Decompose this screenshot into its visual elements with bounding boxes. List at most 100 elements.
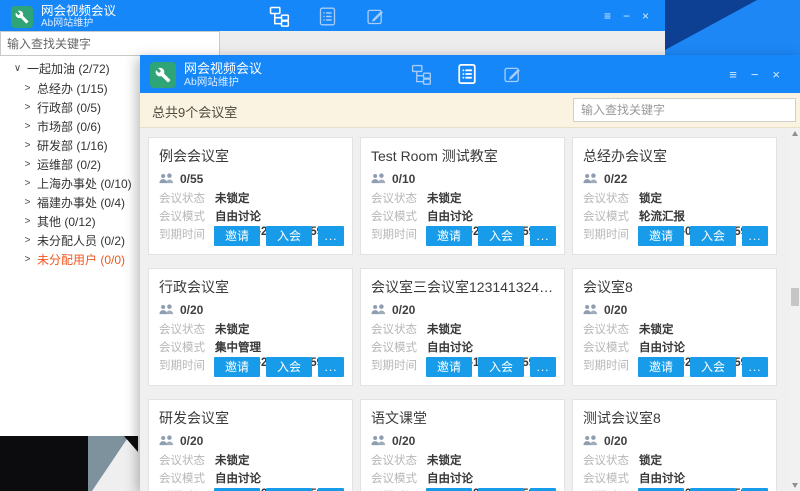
wallpaper-bottom-left <box>0 436 140 491</box>
expiry-label: 到期时间 <box>159 357 215 373</box>
room-title: 语文课堂 <box>371 408 554 428</box>
invite-button[interactable]: 邀请 <box>214 226 260 246</box>
chevron-right-icon: > <box>23 197 32 208</box>
room-search-input[interactable] <box>573 98 796 122</box>
status-label: 会议状态 <box>371 190 427 206</box>
tree-root-item[interactable]: ∨ 一起加油 (2/72) <box>0 59 140 78</box>
bw-app-title: 网会视频会议 <box>41 4 116 18</box>
invite-button[interactable]: 邀请 <box>638 226 684 246</box>
capacity-row: 0/20 <box>159 434 342 448</box>
org-tree: ∨ 一起加油 (2/72) > 总经办 (1/15) > 行政部 (0/5) >… <box>0 59 140 269</box>
invite-button[interactable]: 邀请 <box>214 357 260 377</box>
status-label: 会议状态 <box>371 452 427 468</box>
bw-app-text: 网会视频会议 Ab网站维护 <box>41 4 116 29</box>
expiry-label: 到期时间 <box>371 357 427 373</box>
capacity-value: 0/20 <box>604 434 627 448</box>
status-label: 会议状态 <box>159 452 215 468</box>
mode-value: 自由讨论 <box>639 339 685 355</box>
scrollbar-thumb[interactable] <box>791 288 799 306</box>
capacity-value: 0/22 <box>604 172 627 186</box>
compose-icon[interactable] <box>502 64 523 85</box>
wallpaper-top-right <box>665 0 800 55</box>
join-button[interactable]: 入会 <box>478 226 524 246</box>
room-title: 例会会议室 <box>159 146 342 166</box>
capacity-value: 0/55 <box>180 172 203 186</box>
bw-window-controls: ≡ − × <box>604 0 649 31</box>
status-value: 锁定 <box>639 452 662 468</box>
status-row: 会议状态 未锁定 <box>159 190 342 206</box>
status-row: 会议状态 未锁定 <box>371 321 554 337</box>
invite-button[interactable]: 邀请 <box>426 357 472 377</box>
tree-item[interactable]: > 行政部 (0/5) <box>0 98 140 117</box>
capacity-row: 0/20 <box>371 434 554 448</box>
attendees-icon <box>371 173 386 185</box>
room-list-icon[interactable] <box>456 63 478 85</box>
mode-label: 会议模式 <box>159 470 215 486</box>
tree-item[interactable]: > 其他 (0/12) <box>0 212 140 231</box>
tree-item[interactable]: > 福建办事处 (0/4) <box>0 193 140 212</box>
compose-icon[interactable] <box>365 6 386 27</box>
close-icon[interactable]: × <box>772 67 780 82</box>
tree-item[interactable]: > 市场部 (0/6) <box>0 117 140 136</box>
tree-item[interactable]: > 总经办 (1/15) <box>0 79 140 98</box>
invite-button[interactable]: 邀请 <box>638 357 684 377</box>
tree-item[interactable]: > 未分配用户 (0/0) <box>0 250 140 269</box>
invite-button[interactable]: 邀请 <box>426 226 472 246</box>
status-label: 会议状态 <box>371 321 427 337</box>
scroll-down-icon[interactable] <box>792 483 798 488</box>
join-button[interactable]: 入会 <box>690 357 736 377</box>
room-title: Test Room 测试教室 <box>371 146 554 166</box>
more-button[interactable]: ... <box>318 357 344 377</box>
tree-root-label: 一起加油 (2/72) <box>27 60 110 77</box>
capacity-value: 0/20 <box>180 434 203 448</box>
chevron-right-icon: > <box>23 216 32 227</box>
status-value: 锁定 <box>639 190 662 206</box>
more-button[interactable]: ... <box>742 226 768 246</box>
status-value: 未锁定 <box>427 321 462 337</box>
foreground-window: 网会视频会议 Ab网站维护 <box>140 55 800 491</box>
tree-item-label: 行政部 (0/5) <box>37 99 101 116</box>
menu-icon[interactable]: ≡ <box>729 67 737 82</box>
more-button[interactable]: ... <box>318 226 344 246</box>
mode-label: 会议模式 <box>583 339 639 355</box>
tree-item[interactable]: > 上海办事处 (0/10) <box>0 174 140 193</box>
tree-item[interactable]: > 未分配人员 (0/2) <box>0 231 140 250</box>
status-label: 会议状态 <box>583 452 639 468</box>
status-value: 未锁定 <box>639 321 674 337</box>
org-chart-icon[interactable] <box>410 63 432 85</box>
scroll-up-icon[interactable] <box>792 131 798 136</box>
card-actions: 邀请 入会 ... <box>426 226 556 246</box>
more-button[interactable]: ... <box>530 226 556 246</box>
scrollbar[interactable] <box>790 128 800 491</box>
minimize-icon[interactable]: − <box>751 67 759 82</box>
attendees-icon <box>371 304 386 316</box>
tree-item[interactable]: > 研发部 (1/16) <box>0 136 140 155</box>
org-chart-icon[interactable] <box>268 5 290 27</box>
menu-icon[interactable]: ≡ <box>604 9 611 23</box>
join-button[interactable]: 入会 <box>266 226 312 246</box>
close-icon[interactable]: × <box>642 9 649 23</box>
join-button[interactable]: 入会 <box>690 226 736 246</box>
join-button[interactable]: 入会 <box>478 357 524 377</box>
more-button[interactable]: ... <box>530 357 556 377</box>
mode-row: 会议模式 集中管理 <box>159 339 342 355</box>
status-label: 会议状态 <box>583 190 639 206</box>
minimize-icon[interactable]: − <box>623 9 630 23</box>
more-button[interactable]: ... <box>742 357 768 377</box>
status-label: 会议状态 <box>159 190 215 206</box>
tree-item[interactable]: > 运维部 (0/2) <box>0 155 140 174</box>
mode-row: 会议模式 轮流汇报 <box>583 208 766 224</box>
status-label: 会议状态 <box>159 321 215 337</box>
join-button[interactable]: 入会 <box>266 357 312 377</box>
wrench-app-icon <box>11 6 33 28</box>
mode-label: 会议模式 <box>583 208 639 224</box>
tree-children: > 总经办 (1/15) > 行政部 (0/5) > 市场部 (0/6) > 研… <box>0 79 140 269</box>
chevron-right-icon: > <box>23 83 32 94</box>
mode-row: 会议模式 自由讨论 <box>371 208 554 224</box>
tree-search-input[interactable] <box>0 31 220 56</box>
status-row: 会议状态 未锁定 <box>371 452 554 468</box>
status-value: 未锁定 <box>215 321 250 337</box>
bw-app-subtitle: Ab网站维护 <box>41 18 116 29</box>
room-list-icon[interactable] <box>317 6 338 27</box>
mode-row: 会议模式 自由讨论 <box>371 339 554 355</box>
